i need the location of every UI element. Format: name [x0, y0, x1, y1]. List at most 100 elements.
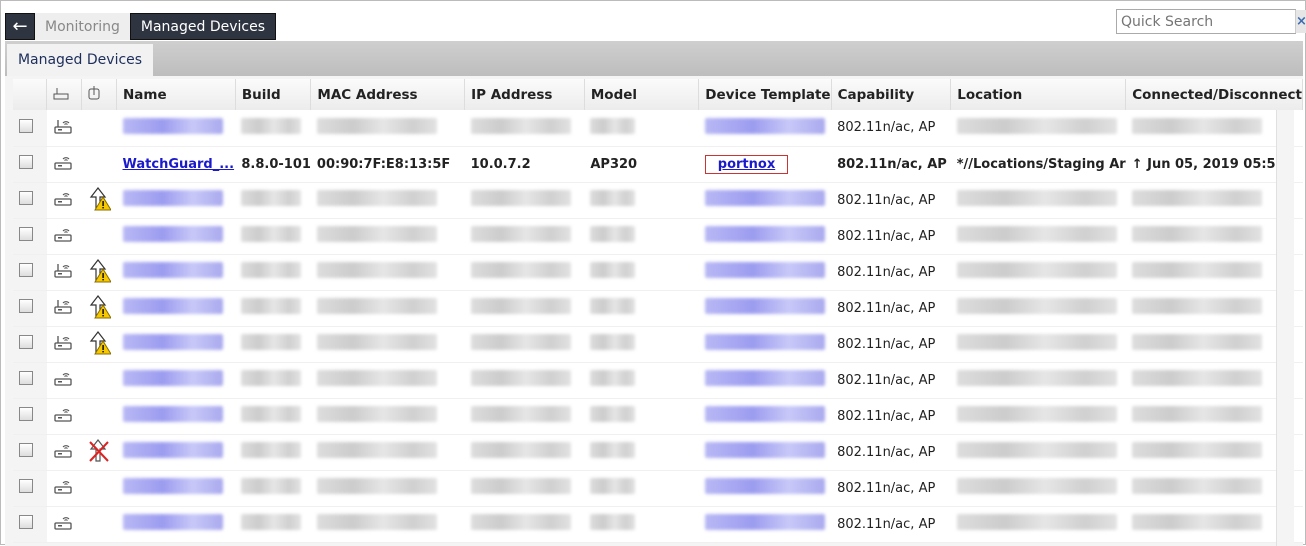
redacted-value [316, 117, 437, 134]
redacted-value [316, 298, 437, 314]
breadcrumb-managed-devices[interactable]: Managed Devices [129, 13, 276, 40]
breadcrumb-monitoring[interactable]: Monitoring [35, 13, 130, 40]
row-checkbox[interactable] [19, 263, 33, 277]
table-row[interactable]: 802.11n/ac, AP [13, 434, 1303, 471]
row-checkbox[interactable] [19, 118, 33, 133]
redacted-value [122, 370, 223, 386]
upgrade-failed-icon[interactable] [87, 437, 111, 467]
redacted-value [316, 334, 437, 350]
redacted-value [122, 406, 223, 422]
column-header-capability[interactable]: Capability [831, 79, 952, 110]
row-checkbox[interactable] [19, 407, 33, 421]
redacted-value [316, 478, 437, 494]
capability: 802.11n/ac, AP [837, 300, 936, 316]
redacted-value [241, 514, 302, 530]
capability: 802.11n/ac, AP [837, 192, 936, 208]
tab-managed-devices[interactable]: Managed Devices [7, 44, 153, 76]
access-point-icon [53, 513, 73, 535]
redacted-value [1131, 478, 1262, 494]
redacted-value [1131, 406, 1262, 422]
access-point-antenna-icon [53, 297, 73, 319]
redacted-value [704, 298, 825, 314]
clear-search-button[interactable]: × [1295, 10, 1306, 33]
table-row[interactable]: 802.11n/ac, AP [13, 506, 1303, 543]
upgrade-warning-icon[interactable] [87, 185, 112, 215]
table-row[interactable]: 802.11n/ac, AP [13, 182, 1303, 219]
column-header-mac-address[interactable]: MAC Address [310, 79, 466, 110]
device-template-link[interactable]: portnox [704, 154, 789, 174]
redacted-value [1131, 262, 1262, 278]
row-checkbox[interactable] [19, 299, 33, 313]
redacted-value [1131, 514, 1262, 530]
column-header-device-template[interactable]: Device Template [698, 79, 832, 110]
redacted-value [470, 298, 571, 314]
redacted-value [241, 190, 302, 206]
redacted-value [241, 226, 302, 242]
redacted-value [316, 406, 437, 422]
redacted-value [590, 190, 636, 206]
location: *//Locations/Staging Ar [956, 156, 1126, 172]
upgrade-warning-icon[interactable] [87, 329, 112, 359]
vertical-scrollbar[interactable] [1276, 110, 1294, 546]
column-header-col2[interactable] [81, 79, 117, 110]
model: AP320 [590, 156, 638, 172]
redacted-value [316, 226, 437, 242]
redacted-value [590, 442, 636, 458]
access-point-antenna-icon [53, 117, 73, 139]
table-row[interactable]: 802.11n/ac, AP [13, 110, 1303, 147]
row-checkbox[interactable] [19, 515, 33, 529]
redacted-value [956, 334, 1117, 350]
column-header-col0[interactable] [13, 79, 48, 110]
redacted-value [122, 334, 223, 350]
redacted-value [470, 478, 571, 494]
table-row[interactable]: WatchGuard_... 8.8.0-101 00:90:7F:E8:13:… [13, 146, 1303, 183]
capability: 802.11n/ac, AP [837, 336, 936, 352]
access-point-icon [53, 441, 73, 463]
redacted-value [470, 334, 571, 350]
redacted-value [241, 478, 302, 494]
column-header-name[interactable]: Name [116, 79, 236, 110]
row-checkbox[interactable] [19, 371, 33, 385]
column-header-col1[interactable] [46, 79, 82, 110]
row-checkbox[interactable] [19, 479, 33, 493]
redacted-value [470, 370, 571, 386]
build: 8.8.0-101 [241, 156, 311, 172]
row-checkbox[interactable] [19, 443, 33, 457]
row-checkbox[interactable] [19, 155, 33, 169]
access-point-icon [53, 153, 73, 175]
redacted-value [470, 262, 571, 278]
redacted-value [122, 298, 223, 314]
redacted-value [590, 262, 636, 278]
row-checkbox[interactable] [19, 335, 33, 349]
back-button[interactable]: ← [5, 13, 35, 40]
quick-search-input[interactable] [1117, 10, 1295, 33]
table-row[interactable]: 802.11n/ac, AP [13, 470, 1303, 507]
redacted-value [704, 406, 825, 422]
column-header-model[interactable]: Model [584, 79, 700, 110]
redacted-value [704, 370, 825, 386]
redacted-value [956, 226, 1117, 242]
redacted-value [122, 514, 223, 530]
table-row[interactable]: 802.11n/ac, AP [13, 218, 1303, 255]
device-name-link[interactable]: WatchGuard_... [123, 157, 235, 172]
redacted-value [1131, 370, 1262, 386]
redacted-value [956, 478, 1117, 494]
row-checkbox[interactable] [19, 191, 33, 205]
access-point-icon [53, 189, 73, 211]
table-row[interactable]: 802.11n/ac, AP [13, 362, 1303, 399]
table-row[interactable]: 802.11n/ac, AP [13, 398, 1303, 435]
column-header-connected-disconnect[interactable]: Connected/Disconnect [1125, 79, 1303, 110]
table-row[interactable]: 802.11n/ac, AP [13, 290, 1303, 327]
upgrade-warning-icon[interactable] [87, 257, 112, 287]
redacted-value [241, 298, 302, 314]
column-header-ip-address[interactable]: IP Address [464, 79, 585, 110]
row-checkbox[interactable] [19, 227, 33, 241]
redacted-value [470, 190, 571, 206]
column-header-build[interactable]: Build [235, 79, 312, 110]
column-header-location[interactable]: Location [950, 79, 1127, 110]
redacted-value [704, 226, 825, 242]
table-row[interactable]: 802.11n/ac, AP [13, 326, 1303, 363]
redacted-value [241, 117, 302, 134]
upgrade-warning-icon[interactable] [87, 293, 112, 323]
table-row[interactable]: 802.11n/ac, AP [13, 254, 1303, 291]
